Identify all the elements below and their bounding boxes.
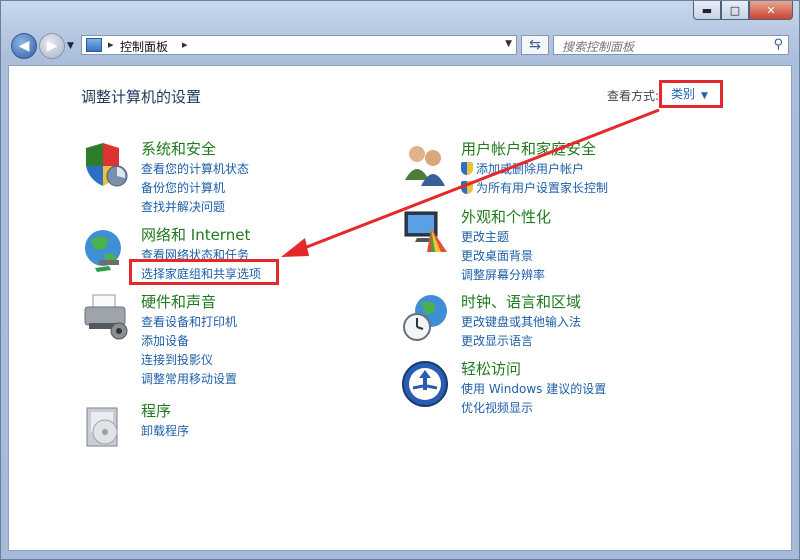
annotation-arrow: [281, 108, 660, 257]
minimize-icon: ▬: [701, 3, 713, 17]
minimize-button[interactable]: ▬: [693, 1, 721, 20]
address-dropdown-icon[interactable]: ▼: [505, 39, 512, 49]
refresh-icon: ⇆: [529, 37, 541, 53]
search-box[interactable]: ⚲: [553, 35, 789, 56]
breadcrumb-control-panel[interactable]: 控制面板: [120, 38, 168, 55]
forward-arrow-icon: ▶: [46, 38, 58, 54]
recent-pages-dropdown[interactable]: ▼: [67, 41, 74, 51]
main-content: 调整计算机的设置 查看方式: 类别 ▼ 系统和安全 查看您的计算机状态 备份您的计…: [8, 65, 792, 551]
title-bar[interactable]: ▬ □ ✕: [1, 1, 799, 29]
navigation-toolbar: ◀ ▶ ▼ ▸ 控制面板 ▸ ▼ ⇆ ⚲: [9, 33, 791, 59]
search-icon[interactable]: ⚲: [773, 37, 783, 52]
back-button[interactable]: ◀: [11, 33, 37, 59]
search-input[interactable]: [560, 38, 764, 56]
close-button[interactable]: ✕: [749, 1, 793, 20]
forward-button[interactable]: ▶: [39, 33, 65, 59]
control-panel-icon: [86, 38, 102, 52]
close-icon: ✕: [766, 3, 776, 17]
back-arrow-icon: ◀: [18, 38, 30, 54]
breadcrumb-separator[interactable]: ▸: [108, 38, 114, 51]
maximize-icon: □: [729, 3, 741, 17]
control-panel-window: ▬ □ ✕ ◀ ▶ ▼ ▸ 控制面板 ▸ ▼ ⇆ ⚲ 调整计算机的设置 查看方式…: [0, 0, 800, 560]
address-bar[interactable]: ▸ 控制面板 ▸ ▼: [81, 35, 517, 55]
refresh-button[interactable]: ⇆: [521, 35, 549, 55]
maximize-button[interactable]: □: [721, 1, 749, 20]
breadcrumb-separator-2[interactable]: ▸: [182, 38, 188, 51]
caption-buttons: ▬ □ ✕: [693, 1, 793, 20]
